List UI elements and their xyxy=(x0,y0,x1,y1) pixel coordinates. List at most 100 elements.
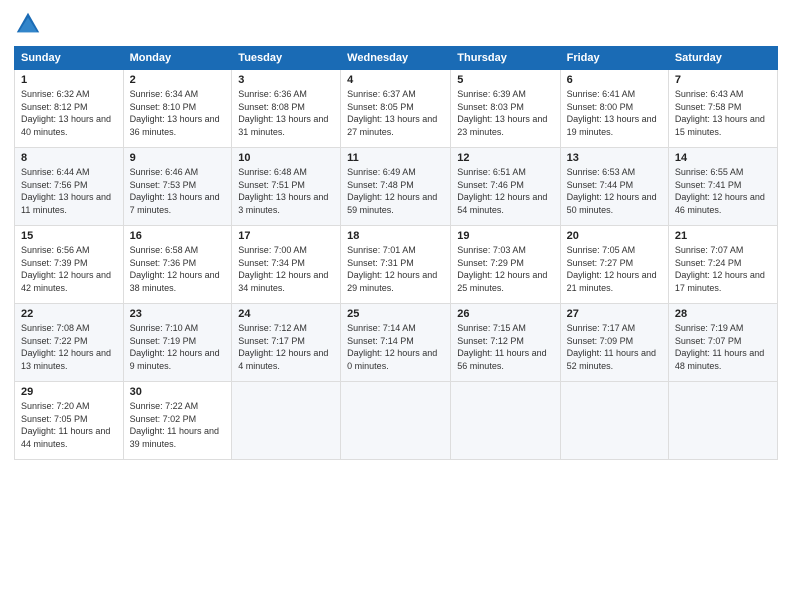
day-info: Sunrise: 7:10 AMSunset: 7:19 PMDaylight:… xyxy=(130,322,226,372)
day-info: Sunrise: 7:20 AMSunset: 7:05 PMDaylight:… xyxy=(21,400,117,450)
calendar-cell: 7 Sunrise: 6:43 AMSunset: 7:58 PMDaylight… xyxy=(668,70,777,148)
day-number: 19 xyxy=(457,230,553,242)
calendar-week-row: 1 Sunrise: 6:32 AMSunset: 8:12 PMDaylight… xyxy=(15,70,778,148)
day-info: Sunrise: 6:53 AMSunset: 7:44 PMDaylight:… xyxy=(567,166,662,216)
calendar-cell: 14 Sunrise: 6:55 AMSunset: 7:41 PMDayligh… xyxy=(668,148,777,226)
day-number: 12 xyxy=(457,152,553,164)
calendar-week-row: 8Sunrise: 6:44 AMSunset: 7:56 PMDaylight… xyxy=(15,148,778,226)
calendar-cell: 18 Sunrise: 7:01 AMSunset: 7:31 PMDayligh… xyxy=(341,226,451,304)
calendar-cell: 30 Sunrise: 7:22 AMSunset: 7:02 PMDayligh… xyxy=(123,382,232,460)
day-info: Sunrise: 7:15 AMSunset: 7:12 PMDaylight:… xyxy=(457,322,553,372)
weekday-header-thursday: Thursday xyxy=(451,47,560,70)
day-info: Sunrise: 6:49 AMSunset: 7:48 PMDaylight:… xyxy=(347,166,444,216)
day-number: 23 xyxy=(130,308,226,320)
weekday-header-friday: Friday xyxy=(560,47,668,70)
day-info: Sunrise: 6:41 AMSunset: 8:00 PMDaylight:… xyxy=(567,88,662,138)
day-number: 4 xyxy=(347,74,444,86)
day-number: 1 xyxy=(21,74,117,86)
day-info: Sunrise: 7:05 AMSunset: 7:27 PMDaylight:… xyxy=(567,244,662,294)
day-info: Sunrise: 6:48 AMSunset: 7:51 PMDaylight:… xyxy=(238,166,334,216)
calendar-cell: 27 Sunrise: 7:17 AMSunset: 7:09 PMDayligh… xyxy=(560,304,668,382)
calendar-week-row: 15Sunrise: 6:56 AMSunset: 7:39 PMDayligh… xyxy=(15,226,778,304)
calendar-cell xyxy=(232,382,341,460)
calendar-cell: 24 Sunrise: 7:12 AMSunset: 7:17 PMDayligh… xyxy=(232,304,341,382)
calendar-cell: 8Sunrise: 6:44 AMSunset: 7:56 PMDaylight… xyxy=(15,148,124,226)
calendar-cell: 10 Sunrise: 6:48 AMSunset: 7:51 PMDayligh… xyxy=(232,148,341,226)
calendar-week-row: 22Sunrise: 7:08 AMSunset: 7:22 PMDayligh… xyxy=(15,304,778,382)
calendar-cell: 26 Sunrise: 7:15 AMSunset: 7:12 PMDayligh… xyxy=(451,304,560,382)
day-number: 16 xyxy=(130,230,226,242)
weekday-header-row: SundayMondayTuesdayWednesdayThursdayFrid… xyxy=(15,47,778,70)
calendar-cell xyxy=(668,382,777,460)
day-number: 5 xyxy=(457,74,553,86)
calendar-cell xyxy=(451,382,560,460)
day-number: 30 xyxy=(130,386,226,398)
day-info: Sunrise: 7:19 AMSunset: 7:07 PMDaylight:… xyxy=(675,322,771,372)
day-info: Sunrise: 7:00 AMSunset: 7:34 PMDaylight:… xyxy=(238,244,334,294)
day-number: 27 xyxy=(567,308,662,320)
calendar-cell xyxy=(560,382,668,460)
day-number: 18 xyxy=(347,230,444,242)
day-number: 9 xyxy=(130,152,226,164)
day-number: 10 xyxy=(238,152,334,164)
day-info: Sunrise: 6:36 AMSunset: 8:08 PMDaylight:… xyxy=(238,88,334,138)
calendar-cell: 5 Sunrise: 6:39 AMSunset: 8:03 PMDaylight… xyxy=(451,70,560,148)
day-info: Sunrise: 6:43 AMSunset: 7:58 PMDaylight:… xyxy=(675,88,771,138)
calendar-cell: 20 Sunrise: 7:05 AMSunset: 7:27 PMDayligh… xyxy=(560,226,668,304)
calendar-cell: 22Sunrise: 7:08 AMSunset: 7:22 PMDayligh… xyxy=(15,304,124,382)
calendar-cell: 16 Sunrise: 6:58 AMSunset: 7:36 PMDayligh… xyxy=(123,226,232,304)
day-number: 25 xyxy=(347,308,444,320)
day-info: Sunrise: 6:32 AMSunset: 8:12 PMDaylight:… xyxy=(21,88,117,138)
day-info: Sunrise: 7:22 AMSunset: 7:02 PMDaylight:… xyxy=(130,400,226,450)
day-number: 14 xyxy=(675,152,771,164)
day-info: Sunrise: 6:46 AMSunset: 7:53 PMDaylight:… xyxy=(130,166,226,216)
day-info: Sunrise: 7:17 AMSunset: 7:09 PMDaylight:… xyxy=(567,322,662,372)
day-number: 21 xyxy=(675,230,771,242)
day-number: 7 xyxy=(675,74,771,86)
calendar-cell: 19 Sunrise: 7:03 AMSunset: 7:29 PMDayligh… xyxy=(451,226,560,304)
calendar-cell: 2Sunrise: 6:34 AMSunset: 8:10 PMDaylight… xyxy=(123,70,232,148)
day-number: 26 xyxy=(457,308,553,320)
day-info: Sunrise: 6:58 AMSunset: 7:36 PMDaylight:… xyxy=(130,244,226,294)
day-info: Sunrise: 6:39 AMSunset: 8:03 PMDaylight:… xyxy=(457,88,553,138)
weekday-header-tuesday: Tuesday xyxy=(232,47,341,70)
day-number: 28 xyxy=(675,308,771,320)
day-info: Sunrise: 7:08 AMSunset: 7:22 PMDaylight:… xyxy=(21,322,117,372)
calendar-cell: 4Sunrise: 6:37 AMSunset: 8:05 PMDaylight… xyxy=(341,70,451,148)
header xyxy=(14,10,778,38)
weekday-header-monday: Monday xyxy=(123,47,232,70)
day-number: 3 xyxy=(238,74,334,86)
day-number: 15 xyxy=(21,230,117,242)
day-number: 17 xyxy=(238,230,334,242)
calendar-cell xyxy=(341,382,451,460)
calendar-cell: 9 Sunrise: 6:46 AMSunset: 7:53 PMDaylight… xyxy=(123,148,232,226)
day-info: Sunrise: 7:03 AMSunset: 7:29 PMDaylight:… xyxy=(457,244,553,294)
day-number: 8 xyxy=(21,152,117,164)
day-info: Sunrise: 7:01 AMSunset: 7:31 PMDaylight:… xyxy=(347,244,444,294)
calendar-cell: 1 Sunrise: 6:32 AMSunset: 8:12 PMDaylight… xyxy=(15,70,124,148)
weekday-header-sunday: Sunday xyxy=(15,47,124,70)
day-number: 20 xyxy=(567,230,662,242)
logo xyxy=(14,10,46,38)
day-info: Sunrise: 7:14 AMSunset: 7:14 PMDaylight:… xyxy=(347,322,444,372)
day-info: Sunrise: 6:55 AMSunset: 7:41 PMDaylight:… xyxy=(675,166,771,216)
day-info: Sunrise: 7:12 AMSunset: 7:17 PMDaylight:… xyxy=(238,322,334,372)
calendar-cell: 11 Sunrise: 6:49 AMSunset: 7:48 PMDayligh… xyxy=(341,148,451,226)
day-number: 6 xyxy=(567,74,662,86)
day-number: 24 xyxy=(238,308,334,320)
calendar-cell: 25 Sunrise: 7:14 AMSunset: 7:14 PMDayligh… xyxy=(341,304,451,382)
calendar-week-row: 29 Sunrise: 7:20 AMSunset: 7:05 PMDayligh… xyxy=(15,382,778,460)
day-number: 11 xyxy=(347,152,444,164)
calendar-cell: 28 Sunrise: 7:19 AMSunset: 7:07 PMDayligh… xyxy=(668,304,777,382)
day-info: Sunrise: 6:51 AMSunset: 7:46 PMDaylight:… xyxy=(457,166,553,216)
calendar-cell: 21Sunrise: 7:07 AMSunset: 7:24 PMDayligh… xyxy=(668,226,777,304)
calendar-table: SundayMondayTuesdayWednesdayThursdayFrid… xyxy=(14,46,778,460)
day-number: 29 xyxy=(21,386,117,398)
calendar-page: SundayMondayTuesdayWednesdayThursdayFrid… xyxy=(0,0,792,612)
weekday-header-wednesday: Wednesday xyxy=(341,47,451,70)
calendar-cell: 3 Sunrise: 6:36 AMSunset: 8:08 PMDaylight… xyxy=(232,70,341,148)
logo-icon xyxy=(14,10,42,38)
weekday-header-saturday: Saturday xyxy=(668,47,777,70)
calendar-cell: 6 Sunrise: 6:41 AMSunset: 8:00 PMDaylight… xyxy=(560,70,668,148)
day-number: 2 xyxy=(130,74,226,86)
